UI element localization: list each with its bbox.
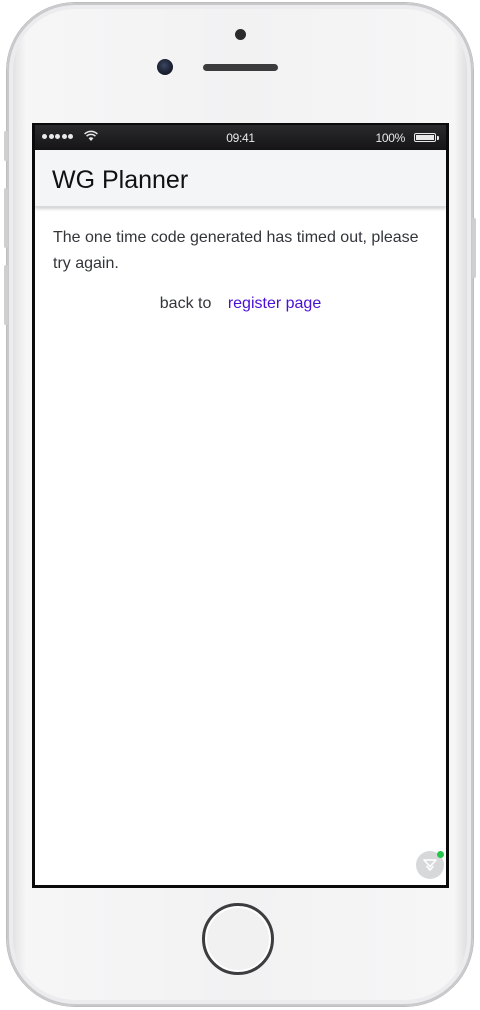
front-camera: [157, 59, 173, 75]
proximity-sensor: [235, 29, 246, 40]
register-page-link[interactable]: register page: [228, 295, 321, 312]
earpiece-speaker: [203, 64, 278, 71]
device-screen: 09:41 100% WG Planner The one time code …: [32, 123, 449, 888]
floating-action-button[interactable]: [416, 851, 444, 879]
back-text: back to: [159, 295, 212, 312]
battery-tip: [437, 136, 439, 140]
power-button: [472, 218, 476, 278]
home-button[interactable]: [202, 903, 274, 975]
mute-switch: [4, 131, 8, 161]
status-bar: 09:41 100%: [35, 125, 446, 150]
back-navigation: back to register page: [35, 295, 446, 313]
online-indicator-dot: [437, 851, 444, 858]
timeout-message: The one time code generated has timed ou…: [53, 229, 419, 272]
volume-down-button: [4, 265, 8, 325]
chevron-down-filter-icon: [423, 859, 437, 872]
battery-icon: [414, 133, 436, 142]
app-viewport: 09:41 100% WG Planner The one time code …: [35, 125, 446, 885]
battery-percentage: 100%: [375, 131, 406, 145]
app-header: WG Planner: [35, 150, 446, 207]
app-title: WG Planner: [52, 166, 189, 194]
battery-level: [416, 135, 434, 140]
volume-up-button: [4, 188, 8, 248]
